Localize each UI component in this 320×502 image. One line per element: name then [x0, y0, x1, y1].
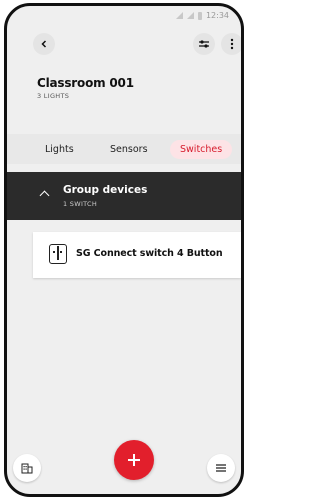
wall-switch-icon: [49, 244, 67, 264]
device-label: SG Connect switch 4 Button: [76, 248, 223, 259]
tab-lights[interactable]: Lights: [37, 140, 82, 159]
top-bar: [7, 28, 241, 58]
signal-icon: [186, 12, 194, 19]
sliders-icon: [199, 40, 209, 48]
page-title: Classroom 001: [37, 76, 134, 90]
bottom-bar: [7, 440, 241, 494]
building-button[interactable]: [13, 454, 41, 482]
phone-frame: 12:34 Classroom 001 3 LIGHTS Lights Sens…: [4, 3, 244, 497]
chevron-left-icon: [41, 40, 47, 48]
status-icons: 12:34: [175, 11, 229, 20]
status-time: 12:34: [205, 11, 229, 20]
menu-icon: [216, 464, 226, 472]
building-icon: [21, 463, 33, 474]
more-vertical-icon: [230, 38, 234, 50]
add-button[interactable]: [114, 440, 154, 480]
tab-bar: Lights Sensors Switches: [7, 134, 241, 164]
status-bar: 12:34: [7, 6, 241, 26]
wifi-icon: [175, 12, 183, 19]
page-subtitle: 3 LIGHTS: [37, 92, 70, 100]
chevron-up-icon: [39, 190, 50, 201]
menu-button[interactable]: [207, 454, 235, 482]
device-card[interactable]: SG Connect switch 4 Button: [33, 232, 241, 278]
back-button[interactable]: [33, 33, 55, 55]
group-subtitle: 1 SWITCH: [63, 200, 98, 208]
group-devices-header[interactable]: Group devices 1 SWITCH: [7, 172, 241, 220]
more-options-button[interactable]: [221, 33, 241, 55]
filter-button[interactable]: [193, 33, 215, 55]
battery-icon: [197, 11, 202, 20]
tab-sensors[interactable]: Sensors: [102, 140, 156, 159]
tab-switches[interactable]: Switches: [170, 140, 233, 159]
group-title: Group devices: [63, 184, 148, 196]
